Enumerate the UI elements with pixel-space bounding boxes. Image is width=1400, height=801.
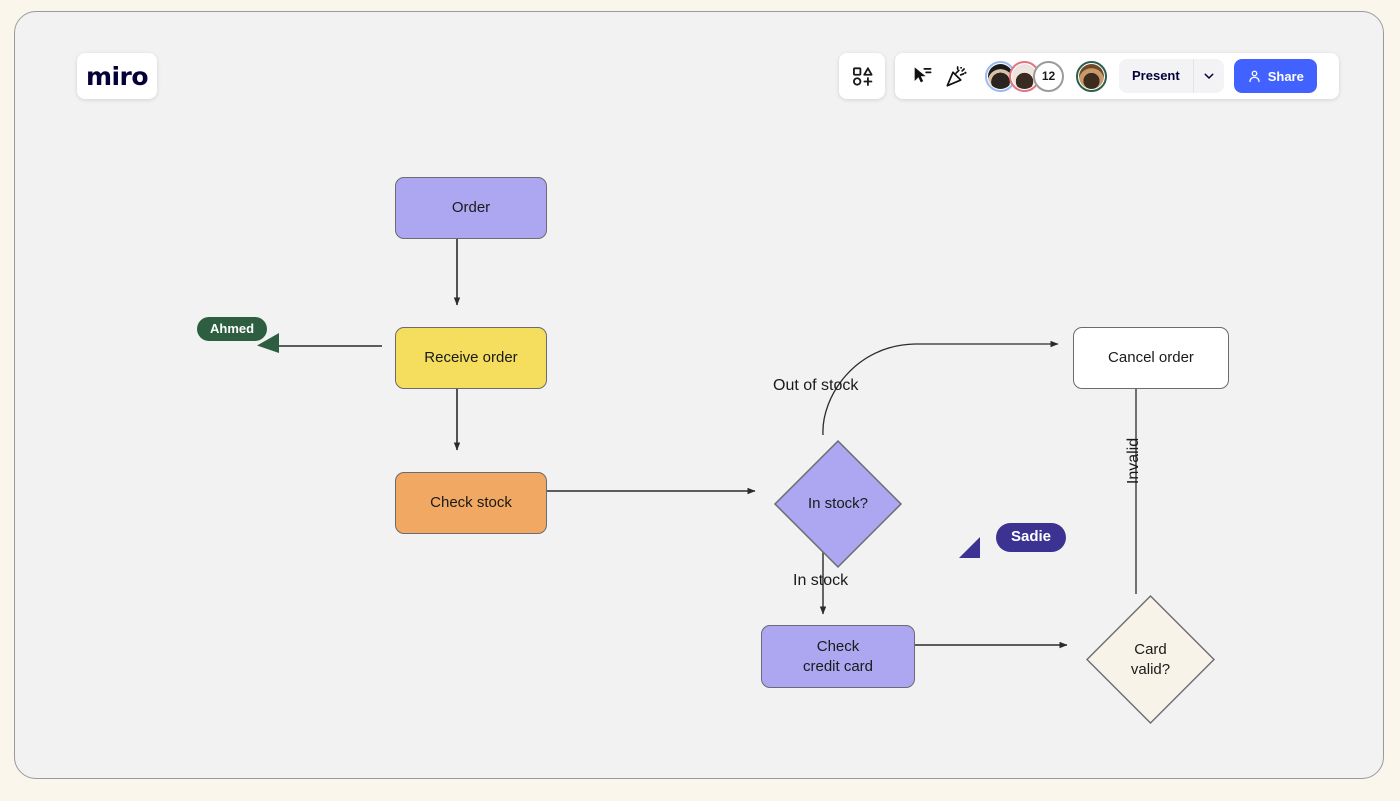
miro-wordmark: miro	[85, 61, 149, 91]
collaborator-avatars[interactable]: 12	[985, 59, 1064, 93]
node-label: Order	[451, 199, 491, 217]
cursor-name-label: Sadie	[996, 523, 1067, 552]
cursor-arrow-icon	[257, 333, 279, 353]
shapes-toolbar	[839, 53, 885, 99]
avatar-image	[1079, 63, 1104, 89]
cursor-pointer-icon	[914, 67, 932, 83]
flowchart-node-cancel-order[interactable]: Cancel order	[1073, 327, 1229, 389]
flowchart-node-check-credit-card[interactable]: Check credit card	[761, 625, 915, 688]
edge-label-invalid: Invalid	[1125, 437, 1143, 485]
diamond-shape	[773, 439, 903, 569]
celebrate-button[interactable]	[939, 59, 973, 93]
present-control: Present	[1119, 59, 1224, 93]
miro-logo[interactable]: miro	[77, 53, 157, 99]
board-canvas[interactable]: Order Receive order Check stock In stock…	[15, 12, 1383, 778]
node-label: Check credit card	[802, 637, 874, 675]
node-label: Check stock	[430, 494, 512, 512]
cursor-arrow-icon	[959, 537, 980, 558]
party-popper-icon	[945, 65, 967, 87]
self-avatar[interactable]	[1076, 60, 1107, 92]
flowchart-node-in-stock-decision[interactable]: In stock?	[773, 439, 903, 569]
miro-board-window: miro 12 Present Share Order Receive orde…	[14, 11, 1384, 779]
person-icon	[1249, 70, 1260, 82]
cursor-pointer-button[interactable]	[905, 59, 939, 93]
node-label: Cancel order	[1108, 349, 1194, 367]
board-actions-toolbar: 12 Present Share	[895, 53, 1339, 99]
present-button[interactable]: Present	[1119, 59, 1193, 93]
node-label: Receive order	[424, 349, 518, 367]
collaborator-cursor-ahmed: Ahmed	[197, 317, 279, 353]
flowchart-node-card-valid-decision[interactable]: Card valid?	[1085, 594, 1216, 725]
flowchart-node-receive-order[interactable]: Receive order	[395, 327, 547, 389]
flowchart-node-check-stock[interactable]: Check stock	[395, 472, 547, 534]
collaborator-cursor-sadie: Sadie	[956, 523, 1067, 558]
shapes-grid-button[interactable]	[845, 59, 879, 93]
edge-label-in-stock: In stock	[793, 572, 849, 589]
present-dropdown-button[interactable]	[1192, 59, 1224, 93]
share-label: Share	[1267, 68, 1304, 84]
chevron-down-icon	[1204, 73, 1214, 79]
share-button[interactable]: Share	[1233, 59, 1317, 93]
shapes-grid-icon	[852, 66, 873, 86]
flowchart-node-order[interactable]: Order	[395, 177, 547, 239]
edge-label-out-of-stock: Out of stock	[773, 377, 859, 394]
collaborator-overflow-count[interactable]: 12	[1033, 60, 1064, 92]
diamond-shape	[1086, 595, 1215, 724]
avatar[interactable]	[1076, 60, 1107, 92]
